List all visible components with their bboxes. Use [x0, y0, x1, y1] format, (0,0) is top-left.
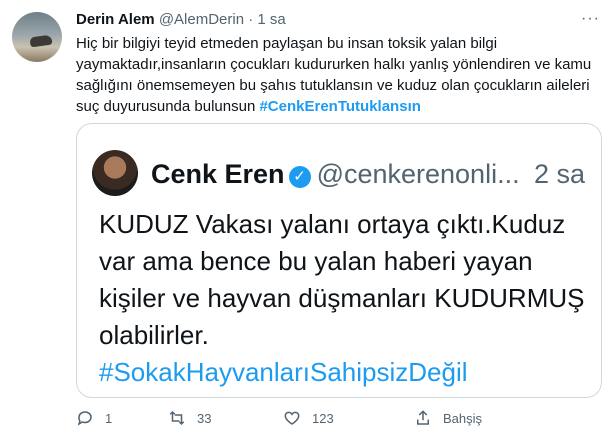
quoted-header: Cenk Eren ✓ @cenkerenonli... [151, 159, 520, 190]
retweet-button[interactable]: 33 [168, 409, 211, 427]
tweet-timestamp[interactable]: 1 sa [257, 11, 285, 28]
heart-icon [284, 411, 300, 425]
quoted-author-name: Cenk Eren [151, 159, 285, 189]
tip-label: Bahşiş [443, 410, 483, 426]
tweet-header: Derin Alem @AlemDerin · 1 sa [76, 11, 286, 28]
separator-dot: · [248, 11, 254, 28]
like-count: 123 [312, 410, 334, 426]
quoted-text-body: KUDUZ Vakası yalanı ortaya çıktı.Kuduz v… [99, 209, 585, 350]
quoted-hashtag: #SokakHayvanlarıSahipsizDeğil [99, 357, 468, 387]
reply-icon [77, 411, 92, 426]
avatar[interactable] [12, 12, 62, 62]
author-name[interactable]: Derin Alem [76, 11, 155, 28]
more-options-icon[interactable]: ··· [581, 10, 600, 28]
tweet-card[interactable]: Derin Alem @AlemDerin · 1 sa ··· Hiç bir… [0, 0, 614, 437]
quoted-tweet[interactable]: Cenk Eren ✓ @cenkerenonli... 2 sa KUDUZ Va… [76, 123, 602, 398]
avatar-figure [29, 34, 53, 48]
quoted-text: KUDUZ Vakası yalanı ortaya çıktı.Kuduz v… [99, 206, 594, 391]
quoted-author-handle: @cenkerenonli... [316, 159, 520, 189]
tweet-text: Hiç bir bilgiyi teyid etmeden paylaşan b… [76, 33, 596, 117]
action-bar: 1 33 123 Bahşiş [76, 409, 596, 429]
like-button[interactable]: 123 [283, 409, 334, 427]
retweet-count: 33 [197, 410, 212, 426]
author-handle[interactable]: @AlemDerin [159, 11, 244, 28]
share-icon [417, 410, 429, 425]
quoted-timestamp: 2 sa [534, 159, 586, 189]
reply-count: 1 [105, 410, 113, 426]
reply-button[interactable]: 1 [76, 409, 112, 427]
verified-badge-icon: ✓ [288, 166, 311, 188]
tip-button[interactable]: Bahşiş [414, 409, 482, 427]
hashtag-link[interactable]: #CenkErenTutuklansın [259, 98, 420, 115]
retweet-icon [169, 410, 185, 426]
quoted-avatar [92, 150, 138, 196]
